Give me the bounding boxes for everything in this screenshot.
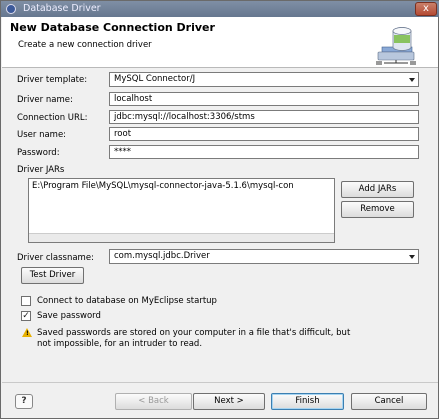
cancel-button[interactable]: Cancel: [351, 393, 427, 410]
save-password-label: Save password: [37, 311, 101, 321]
driver-jars-list[interactable]: E:\Program File\MySQL\mysql-connector-ja…: [28, 178, 335, 243]
driver-name-input[interactable]: localhost: [109, 92, 419, 106]
page-title: New Database Connection Driver: [10, 21, 215, 34]
finish-button[interactable]: Finish: [271, 393, 344, 410]
driver-template-label: Driver template:: [17, 75, 88, 85]
driver-classname-label: Driver classname:: [17, 253, 94, 263]
driver-classname-select[interactable]: com.mysql.jdbc.Driver: [109, 249, 419, 264]
driver-jars-label: Driver JARs: [17, 165, 65, 175]
driver-name-label: Driver name:: [17, 95, 73, 105]
warning-line-1: Saved passwords are stored on your compu…: [37, 328, 351, 338]
connection-url-label: Connection URL:: [17, 113, 88, 123]
user-name-label: User name:: [17, 130, 67, 140]
chevron-down-icon[interactable]: [409, 78, 415, 82]
help-button[interactable]: ?: [15, 394, 33, 409]
test-driver-button[interactable]: Test Driver: [21, 267, 84, 284]
password-input[interactable]: ****: [109, 145, 419, 159]
back-button[interactable]: < Back: [115, 393, 192, 410]
warning-line-2: not impossible, for an intruder to read.: [37, 339, 203, 349]
horizontal-scrollbar[interactable]: [29, 233, 334, 242]
chevron-down-icon[interactable]: [409, 255, 415, 259]
user-name-input[interactable]: root: [109, 127, 419, 141]
warning-text: Saved passwords are stored on your compu…: [37, 328, 350, 350]
connection-url-input[interactable]: jdbc:mysql://localhost:3306/stms: [109, 110, 419, 124]
database-driver-dialog: Database Driver x New Database Connectio…: [0, 0, 439, 419]
connect-on-startup-checkbox[interactable]: [21, 296, 31, 306]
footer-separator: [2, 382, 438, 383]
title-bar[interactable]: Database Driver x: [1, 1, 439, 17]
list-item[interactable]: E:\Program File\MySQL\mysql-connector-ja…: [32, 181, 331, 191]
driver-template-select[interactable]: MySQL Connector/J: [109, 72, 419, 87]
save-password-checkbox[interactable]: ✓: [21, 311, 31, 321]
driver-template-value: MySQL Connector/J: [114, 74, 196, 84]
window-title: Database Driver: [23, 3, 101, 14]
warning-icon: !: [22, 328, 32, 337]
driver-classname-value: com.mysql.jdbc.Driver: [114, 251, 210, 261]
database-connection-icon: [376, 27, 416, 65]
eclipse-app-icon: [6, 4, 16, 14]
page-subtitle: Create a new connection driver: [18, 40, 152, 50]
connect-on-startup-label: Connect to database on MyEclipse startup: [37, 296, 217, 306]
remove-jar-button[interactable]: Remove: [341, 201, 414, 218]
add-jars-button[interactable]: Add JARs: [341, 181, 414, 198]
password-label: Password:: [17, 148, 60, 158]
wizard-header: New Database Connection Driver Create a …: [2, 17, 438, 68]
close-button[interactable]: x: [415, 2, 437, 16]
next-button[interactable]: Next >: [193, 393, 265, 410]
